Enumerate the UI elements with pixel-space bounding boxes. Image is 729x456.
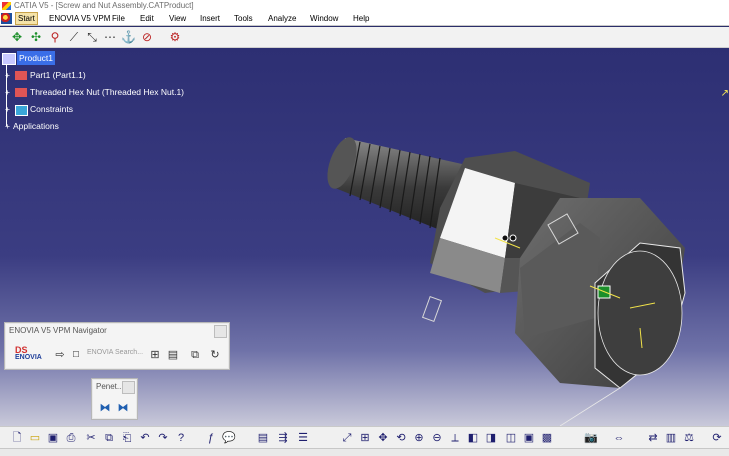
paste-icon[interactable]: ⎗ [120,431,134,445]
explode-icon[interactable]: ⤡ [85,30,99,44]
list-icon[interactable]: ▤ [166,348,180,362]
part-icon [15,88,27,97]
compass-fit-icon[interactable]: ⊞ [358,431,372,445]
shading-icon[interactable]: ◨ [484,431,498,445]
save-icon[interactable]: ▣ [46,431,60,445]
fix-icon[interactable]: ⚓ [121,30,136,44]
menu-start[interactable]: Start [15,12,38,25]
product-icon [2,53,16,65]
menu-insert[interactable]: Insert [198,13,222,24]
menu-enovia[interactable]: ENOVIA V5 VPM [47,13,112,24]
catia-app-icon [2,2,11,10]
enovia-logo-text: ENOVIA [15,354,42,361]
print-icon[interactable]: ⎙ [64,431,78,445]
measure-icon[interactable]: ⇔ [612,431,626,445]
view-rotate-icon[interactable]: ⟲ [394,431,408,445]
enovia-search-field[interactable]: ENOVIA Search... [87,349,143,356]
fly-icon[interactable]: ⇶ [276,431,290,445]
measure-between-icon[interactable]: ⇄ [646,431,660,445]
inertia-icon[interactable]: ⚖ [682,431,696,445]
update-icon[interactable]: ⟳ [710,431,724,445]
expand-plus-icon[interactable]: + [5,119,10,133]
comment-icon[interactable]: 💬 [222,431,236,445]
menu-edit[interactable]: Edit [138,13,156,24]
enovia-logo-icon: DS ENOVIA [15,346,45,367]
zoom-out-icon[interactable]: ⊖ [430,431,444,445]
penetration-panel: Penet... ⧓ ⧓ [91,378,138,420]
menu-bar: Start ENOVIA V5 VPM File Edit View Inser… [0,12,729,26]
menu-file[interactable]: File [110,13,127,24]
compass-move-icon[interactable]: ✣ [29,30,43,44]
open-icon[interactable]: ▭ [28,431,42,445]
refresh-icon[interactable]: ↻ [208,348,222,362]
pan-view-icon[interactable]: ✥ [376,431,390,445]
close-icon[interactable] [122,381,135,394]
formula-icon[interactable]: ƒ [204,431,218,445]
bottom-toolbar: 🗋 ▭ ▣ ⎙ ✂ ⧉ ⎗ ↶ ↷ ? ƒ 💬 ▤ ⇶ ☰ ⤢ ⊞ ✥ ⟲ ⊕ … [0,426,729,449]
tree-label-applications: Applications [13,121,59,131]
penetration-icon[interactable]: ⧓ [98,401,112,415]
enovia-navigator-panel: ENOVIA V5 VPM Navigator DS ENOVIA ⇨ ☐ EN… [4,322,230,370]
iso-view-icon[interactable]: ◧ [466,431,480,445]
capture-icon[interactable]: 📷 [584,431,598,445]
swap-space-icon[interactable]: ▩ [540,431,554,445]
move-icon[interactable]: ✥ [10,30,24,44]
title-bar: CATIA V5 - [Screw and Nut Assembly.CATPr… [0,0,729,12]
snap-icon[interactable]: ⚲ [48,30,62,44]
enovia-navigator-title: ENOVIA V5 VPM Navigator [9,326,107,335]
penetration-alt-icon[interactable]: ⧓ [116,401,130,415]
whats-this-icon[interactable]: ? [174,431,188,445]
tree-label-root: Product1 [17,51,56,65]
assembly-constraint-icon[interactable]: ⊘ [140,30,154,44]
expand-plus-icon[interactable]: + [5,68,10,82]
menu-view[interactable]: View [167,13,188,24]
checkbox-icon[interactable]: ☐ [69,348,83,362]
catalog-icon[interactable]: ▤ [256,431,270,445]
expand-plus-icon[interactable]: + [5,102,10,116]
tree-label-part1: Part1 (Part1.1) [30,70,86,80]
window-title: CATIA V5 - [Screw and Nut Assembly.CATPr… [14,1,194,10]
menu-help[interactable]: Help [351,13,371,24]
constraints-icon [15,105,28,116]
compass-icon[interactable]: ↗ [721,88,729,99]
top-toolbar: ✥ ✣ ⚲ ⟋ ⤡ ⋯ ⚓ ⊘ ⚙ [0,27,729,48]
copy-icon[interactable]: ⧉ [102,431,116,445]
hide-show-icon[interactable]: ◫ [504,431,518,445]
load-icon[interactable]: ⧉ [188,348,202,362]
menu-analyze[interactable]: Analyze [266,13,298,24]
tree-label-constraints: Constraints [30,104,73,114]
tree-label-nut: Threaded Hex Nut (Threaded Hex Nut.1) [30,87,185,97]
manipulate-icon[interactable]: ⟋ [67,30,81,44]
rotate-icon[interactable]: ⤢ [340,431,354,445]
zoom-in-icon[interactable]: ⊕ [412,431,426,445]
swap-icon[interactable]: ▣ [522,431,536,445]
redo-icon[interactable]: ↷ [156,431,170,445]
normal-view-icon[interactable]: ⟂ [448,431,462,445]
cut-icon[interactable]: ✂ [84,431,98,445]
part-icon [15,71,27,80]
undo-icon[interactable]: ↶ [138,431,152,445]
expand-plus-icon[interactable]: + [5,85,10,99]
close-icon[interactable] [214,325,227,338]
navigator-icon[interactable]: ⇨ [53,348,67,362]
measure-item-icon[interactable]: ▥ [664,431,678,445]
product-icon[interactable]: ⚙ [168,30,182,44]
3d-viewport[interactable]: Product1 + Part1 (Part1.1) + Threaded He… [0,48,729,426]
clash-icon[interactable]: ⋯ [103,30,117,44]
query-icon[interactable]: ⊞ [148,348,162,362]
new-icon[interactable]: 🗋 [10,431,24,445]
menu-window[interactable]: Window [308,13,340,24]
catia-logo-icon[interactable] [1,13,12,24]
penetration-panel-title: Penet... [96,382,124,391]
menu-tools[interactable]: Tools [232,13,255,24]
pan-icon[interactable]: ☰ [296,431,310,445]
